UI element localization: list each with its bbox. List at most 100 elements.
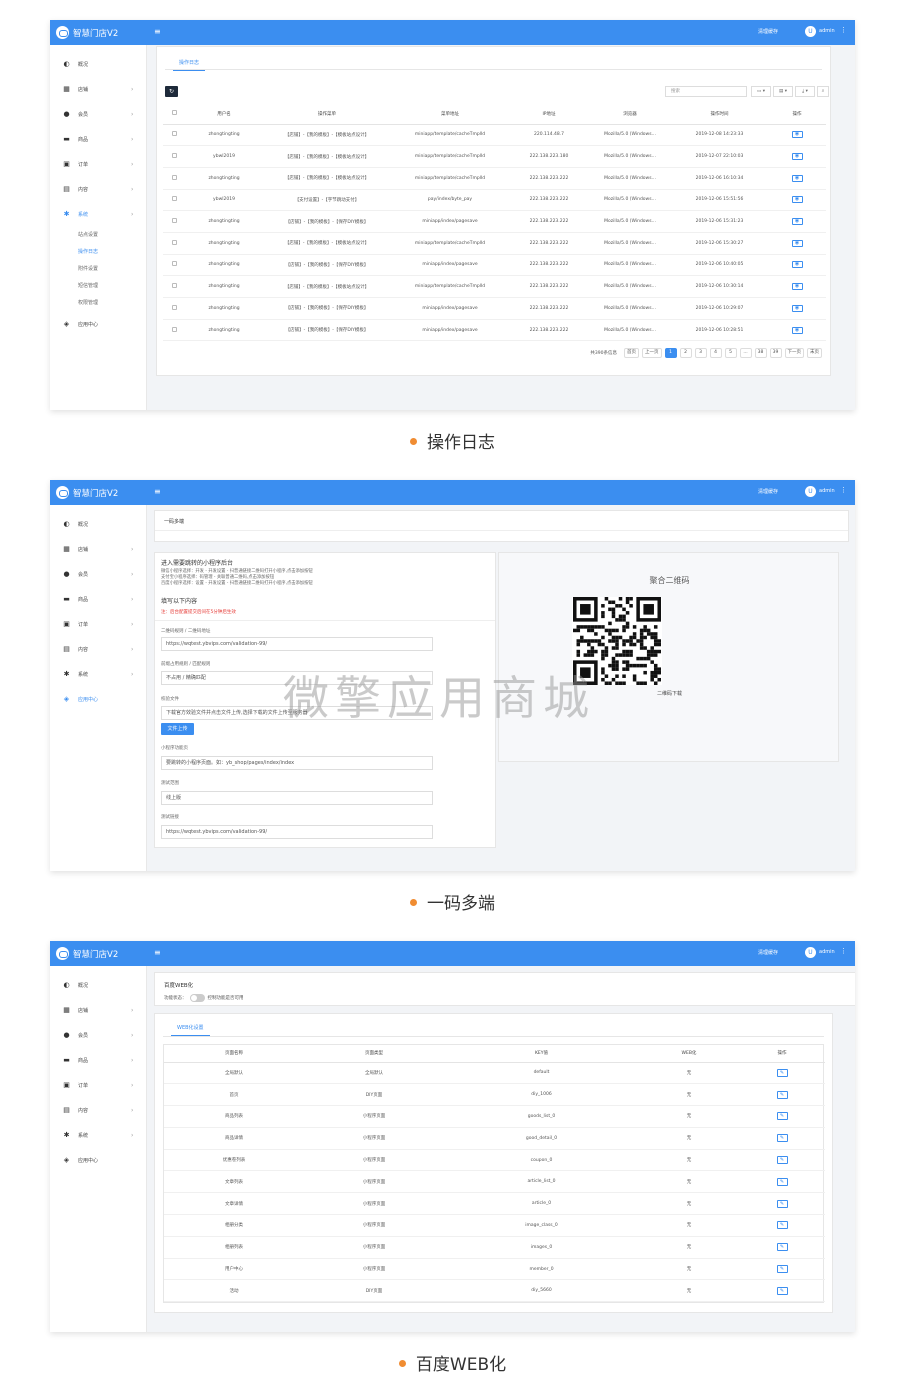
- sidebar-item-0[interactable]: ◐ 概况: [50, 52, 146, 77]
- eye-icon[interactable]: ◉: [791, 326, 803, 334]
- edit-icon[interactable]: ✎: [776, 1134, 788, 1143]
- edit-icon[interactable]: ✎: [776, 1221, 788, 1230]
- view-action[interactable]: ◉: [768, 297, 826, 320]
- next-page-button[interactable]: 下一页: [784, 348, 804, 358]
- edit-action[interactable]: ✎: [739, 1170, 825, 1194]
- refresh-button[interactable]: ↻: [165, 86, 178, 97]
- edit-icon[interactable]: ✎: [776, 1090, 788, 1099]
- row-checkbox[interactable]: [163, 254, 185, 277]
- test-link-input[interactable]: https://wqtest.ybvips.com/validation-99/: [161, 825, 433, 839]
- clear-cache-button[interactable]: 清理缓存: [758, 949, 778, 956]
- avatar[interactable]: U: [805, 486, 816, 497]
- clear-cache-button[interactable]: 清理缓存: [758, 28, 778, 35]
- sidebar-item-4[interactable]: ▣ 订单 ›: [50, 1073, 146, 1098]
- admin-name[interactable]: admin: [819, 949, 835, 955]
- sidebar-item-3[interactable]: ▬ 商品 ›: [50, 1048, 146, 1073]
- more-menu-icon[interactable]: ⋮: [840, 486, 847, 494]
- eye-icon[interactable]: ◉: [791, 218, 803, 226]
- sidebar-item-4[interactable]: ▣ 订单 ›: [50, 152, 146, 177]
- select-all-checkbox[interactable]: [163, 104, 185, 125]
- edit-action[interactable]: ✎: [739, 1062, 825, 1085]
- row-checkbox[interactable]: [163, 232, 185, 255]
- row-checkbox[interactable]: [163, 145, 185, 168]
- menu-toggle-icon[interactable]: ≡: [154, 947, 161, 959]
- eye-icon[interactable]: ◉: [791, 196, 803, 204]
- page-button[interactable]: 2: [679, 348, 692, 358]
- edit-action[interactable]: ✎: [739, 1258, 825, 1281]
- page-button[interactable]: ...: [739, 348, 752, 358]
- page-button[interactable]: 38: [754, 348, 767, 358]
- edit-action[interactable]: ✎: [739, 1192, 825, 1216]
- sidebar-item-7[interactable]: ◈ 应用中心: [50, 1148, 146, 1173]
- menu-toggle-icon[interactable]: ≡: [154, 26, 161, 38]
- sidebar-item-2[interactable]: ● 会员 ›: [50, 1023, 146, 1048]
- row-checkbox[interactable]: [163, 297, 185, 320]
- eye-icon[interactable]: ◉: [791, 131, 803, 139]
- sidebar-item-3[interactable]: ▬ 商品 ›: [50, 587, 146, 612]
- sidebar-subitem-1[interactable]: 操作日志: [50, 244, 146, 261]
- page-button[interactable]: 4: [709, 348, 722, 358]
- miniapp-page-input[interactable]: 要跳转的小程序页面。如：yb_shop/pages/index/index: [161, 756, 433, 770]
- edit-icon[interactable]: ✎: [776, 1286, 788, 1295]
- view-action[interactable]: ◉: [768, 189, 826, 212]
- more-menu-icon[interactable]: ⋮: [840, 947, 847, 955]
- tab-web-settings[interactable]: WEB化设置: [171, 1022, 210, 1036]
- sidebar-item-0[interactable]: ◐ 概况: [50, 973, 146, 998]
- sidebar-item-6[interactable]: ✱ 系统 ›: [50, 1123, 146, 1148]
- last-page-button[interactable]: 末页: [807, 348, 822, 358]
- eye-icon[interactable]: ◉: [791, 283, 803, 291]
- edit-icon[interactable]: ✎: [776, 1243, 788, 1252]
- sidebar-item-6[interactable]: ✱ 系统 ›: [50, 202, 146, 227]
- sidebar-subitem-3[interactable]: 短信管理: [50, 278, 146, 295]
- row-checkbox[interactable]: [163, 275, 185, 298]
- row-checkbox[interactable]: [163, 124, 185, 147]
- app-logo[interactable]: 智慧门店V2: [56, 25, 118, 40]
- edit-action[interactable]: ✎: [739, 1149, 825, 1172]
- more-menu-icon[interactable]: ⋮: [840, 26, 847, 34]
- avatar[interactable]: U: [805, 26, 816, 37]
- view-action[interactable]: ◉: [768, 124, 826, 147]
- sidebar-item-5[interactable]: ▤ 内容 ›: [50, 637, 146, 662]
- view-action[interactable]: ◉: [768, 319, 826, 342]
- sidebar-item-0[interactable]: ◐ 概况: [50, 512, 146, 537]
- sidebar-subitem-4[interactable]: 权限管理: [50, 295, 146, 312]
- sidebar-item-6[interactable]: ✱ 系统 ›: [50, 662, 146, 687]
- toolbar-button-0[interactable]: ▭ ▾: [751, 86, 771, 97]
- admin-name[interactable]: admin: [819, 28, 835, 34]
- edit-icon[interactable]: ✎: [776, 1177, 788, 1186]
- avatar[interactable]: U: [805, 947, 816, 958]
- toolbar-button-3[interactable]: ⌕: [817, 86, 829, 97]
- sidebar-item-3[interactable]: ▬ 商品 ›: [50, 127, 146, 152]
- page-button[interactable]: 5: [724, 348, 737, 358]
- sidebar-item-4[interactable]: ▣ 订单 ›: [50, 612, 146, 637]
- first-page-button[interactable]: 首页: [624, 348, 639, 358]
- eye-icon[interactable]: ◉: [791, 304, 803, 312]
- admin-name[interactable]: admin: [819, 488, 835, 494]
- toolbar-button-2[interactable]: ⤓ ▾: [795, 86, 815, 97]
- row-checkbox[interactable]: [163, 189, 185, 212]
- sidebar-subitem-2[interactable]: 附件设置: [50, 261, 146, 278]
- view-action[interactable]: ◉: [768, 232, 826, 255]
- file-upload-button[interactable]: 文件上传: [161, 723, 194, 735]
- clear-cache-button[interactable]: 清理缓存: [758, 488, 778, 495]
- edit-action[interactable]: ✎: [739, 1083, 825, 1107]
- edit-icon[interactable]: ✎: [776, 1112, 788, 1121]
- edit-icon[interactable]: ✎: [776, 1156, 788, 1165]
- row-checkbox[interactable]: [163, 167, 185, 190]
- edit-action[interactable]: ✎: [739, 1214, 825, 1237]
- row-checkbox[interactable]: [163, 319, 185, 342]
- sidebar-item-5[interactable]: ▤ 内容 ›: [50, 177, 146, 202]
- view-action[interactable]: ◉: [768, 167, 826, 190]
- toolbar-button-1[interactable]: ▤ ▾: [773, 86, 793, 97]
- page-button[interactable]: 39: [769, 348, 782, 358]
- view-action[interactable]: ◉: [768, 210, 826, 233]
- page-button[interactable]: 1: [664, 348, 677, 358]
- sidebar-item-5[interactable]: ▤ 内容 ›: [50, 1098, 146, 1123]
- edit-action[interactable]: ✎: [739, 1236, 825, 1259]
- sidebar-item-7[interactable]: ◈ 应用中心: [50, 687, 146, 712]
- view-action[interactable]: ◉: [768, 275, 826, 298]
- sidebar-item-1[interactable]: ▦ 店铺 ›: [50, 537, 146, 562]
- test-scope-input[interactable]: 线上版: [161, 791, 433, 805]
- sidebar-item-2[interactable]: ● 会员 ›: [50, 562, 146, 587]
- menu-toggle-icon[interactable]: ≡: [154, 486, 161, 498]
